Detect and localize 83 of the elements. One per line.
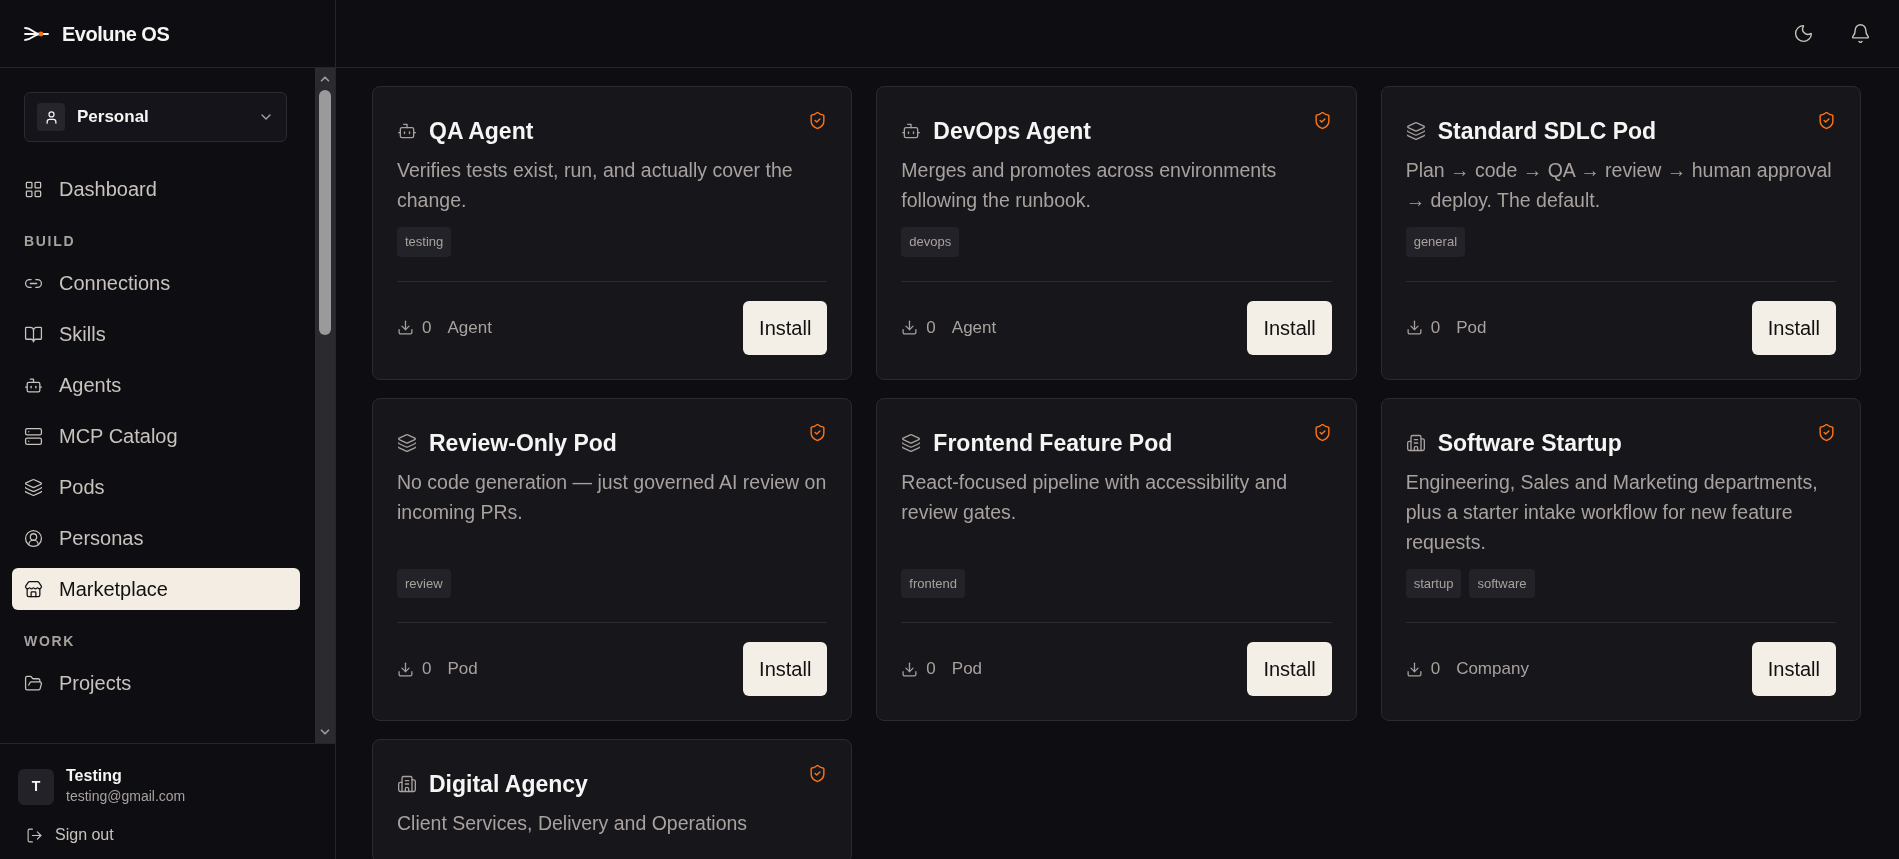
robot-icon <box>901 121 922 141</box>
download-icon <box>1405 660 1423 678</box>
tag-label: frontend <box>901 568 966 598</box>
user-circle-icon <box>24 528 43 548</box>
install-button[interactable]: Install <box>743 300 828 355</box>
install-count: 0 <box>926 316 936 339</box>
card-title: Frontend Feature Pod <box>933 428 1173 458</box>
install-count: 0 <box>1430 316 1441 339</box>
install-button[interactable]: Install <box>1247 300 1332 355</box>
card-description: Plan → code → QA → review → human approval → deploy. The default. <box>1405 158 1833 213</box>
section-heading: WORK <box>23 632 77 651</box>
tag-label: testing <box>397 227 452 257</box>
tag-label: devops <box>901 227 960 257</box>
card-title: Standard SDLC Pod <box>1437 117 1657 146</box>
scrollbar-thumb[interactable] <box>319 90 331 335</box>
folder-icon <box>24 673 43 693</box>
nav-item[interactable]: Connections <box>12 262 300 304</box>
tag-label: software <box>1469 568 1535 598</box>
workspace-selector[interactable]: Personal <box>24 92 287 142</box>
install-count: 0 <box>1430 658 1441 681</box>
card-description: Engineering, Sales and Marketing departments, plus a starter intake workflow for new feature requests. <box>1405 469 1819 555</box>
install-count: 0 <box>422 658 432 681</box>
install-count: 0 <box>926 658 936 681</box>
tag-label: general <box>1405 227 1466 257</box>
item-type: Agent <box>447 316 492 339</box>
user-icon-badge <box>37 103 65 131</box>
item-type: Agent <box>951 316 997 339</box>
card-title: Digital Agency <box>429 770 588 799</box>
theme-toggle-button[interactable] <box>1793 23 1814 44</box>
install-button[interactable]: Install <box>1751 300 1836 355</box>
item-type: Company <box>1456 658 1529 681</box>
layers-icon <box>901 432 922 453</box>
download-icon <box>397 660 414 678</box>
building-icon <box>1405 432 1426 453</box>
nav-item[interactable]: Dashboard <box>12 168 300 210</box>
scrollbar[interactable] <box>315 68 335 743</box>
card-title: Software Startup <box>1437 428 1622 458</box>
install-count: 0 <box>422 316 432 339</box>
layers-icon <box>397 432 417 453</box>
download-icon <box>901 319 919 336</box>
avatar: T <box>18 768 54 805</box>
book-icon <box>24 324 43 344</box>
nav-item[interactable]: Pods <box>12 466 300 508</box>
install-button[interactable]: Install <box>1751 642 1836 696</box>
install-button[interactable]: Install <box>743 642 828 696</box>
app-name: Evolune OS <box>62 21 170 47</box>
card-title: Review-Only Pod <box>429 428 617 458</box>
robot-icon <box>397 121 417 141</box>
notifications-button[interactable] <box>1850 23 1871 44</box>
user-email: testing@gmail.com <box>66 787 186 806</box>
user-name: Testing <box>66 766 123 786</box>
logo-icon <box>24 24 50 43</box>
item-type: Pod <box>1456 316 1487 339</box>
section-heading: BUILD <box>23 232 77 251</box>
sign-out-button[interactable]: Sign out <box>18 823 122 847</box>
store-icon <box>24 579 43 599</box>
nav-item[interactable]: Personas <box>12 517 300 559</box>
card-description: Verifies tests exist, run, and actually cover the change. <box>397 158 794 213</box>
card-title: DevOps Agent <box>933 117 1091 146</box>
nav-item[interactable]: Skills <box>12 313 300 355</box>
nav-item[interactable]: Projects <box>12 662 300 704</box>
layers-icon <box>24 477 43 497</box>
nav-item[interactable]: Agents <box>12 364 300 406</box>
sign-out-icon <box>26 826 43 844</box>
card-description: React-focused pipeline with accessibility and review gates. <box>901 469 1289 525</box>
grid-icon <box>24 179 43 199</box>
item-type: Pod <box>951 658 983 681</box>
card-description: Merges and promotes across environments following the runbook. <box>901 158 1278 213</box>
download-icon <box>397 319 414 336</box>
download-icon <box>901 660 919 678</box>
card-title: QA Agent <box>429 117 534 146</box>
layers-icon <box>1405 121 1426 141</box>
card-description: No code generation — just governed AI review on incoming PRs. <box>397 469 828 525</box>
nav-item[interactable]: MCP Catalog <box>12 415 300 457</box>
building-icon <box>397 774 417 794</box>
item-type: Pod <box>447 658 478 681</box>
tag-label: review <box>397 568 451 598</box>
install-button[interactable]: Install <box>1247 642 1332 696</box>
nav-item[interactable]: Marketplace <box>12 568 300 610</box>
card-description: Client Services, Delivery and Operations <box>397 811 749 836</box>
server-icon <box>24 426 43 446</box>
tag-label: startup <box>1405 568 1462 598</box>
download-icon <box>1405 319 1423 336</box>
